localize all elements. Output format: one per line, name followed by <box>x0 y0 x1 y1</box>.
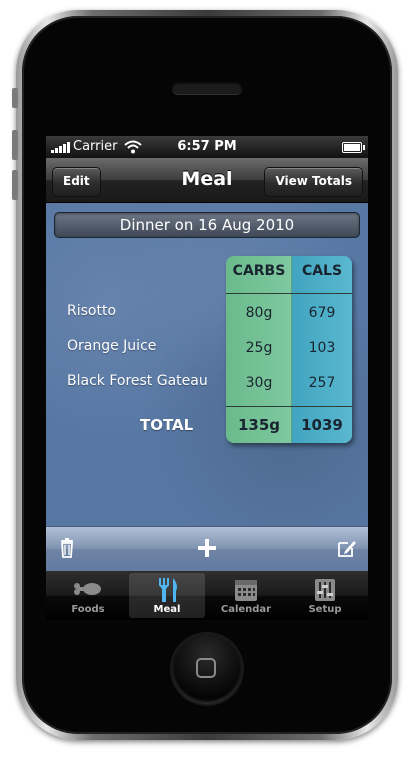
carbs-header-divider <box>226 293 292 294</box>
tab-foods-label: Foods <box>71 604 105 615</box>
cals-value-risotto: 679 <box>308 305 336 321</box>
date-banner: Dinner on 16 Aug 2010 <box>54 212 360 238</box>
tab-foods[interactable]: Foods <box>50 573 126 618</box>
fork-knife-icon <box>159 578 177 602</box>
food-item-risotto[interactable]: Risotto <box>67 303 116 319</box>
status-bar: Carrier 6:57 PM <box>46 136 368 158</box>
food-item-orange-juice[interactable]: Orange Juice <box>67 338 156 354</box>
screen: Carrier 6:57 PM Edit Meal View Totals Di… <box>46 136 368 620</box>
carbs-column: CARBS 80g 25g 30g 135g <box>226 256 292 443</box>
carbs-value-black-forest-gateau: 30g <box>245 375 273 391</box>
sliders-icon <box>315 579 335 601</box>
tab-setup[interactable]: Setup <box>287 573 363 618</box>
tab-calendar[interactable]: Calendar <box>208 573 284 618</box>
cals-header-divider <box>292 293 352 294</box>
cals-total: 1039 <box>301 416 343 434</box>
cals-value-black-forest-gateau: 257 <box>308 375 336 391</box>
meal-content: Dinner on 16 Aug 2010 Risotto Orange Jui… <box>46 203 368 526</box>
home-button[interactable] <box>172 634 242 704</box>
mute-switch <box>12 88 18 108</box>
tab-calendar-label: Calendar <box>220 604 272 615</box>
trash-icon[interactable] <box>56 537 78 559</box>
home-square-icon <box>196 658 216 678</box>
tab-setup-label: Setup <box>308 604 342 615</box>
navigation-bar: Edit Meal View Totals <box>46 158 368 203</box>
cals-total-divider <box>292 406 352 407</box>
tab-bar: Foods Meal Calendar Setup <box>46 571 368 620</box>
tab-meal[interactable]: Meal <box>129 573 205 618</box>
status-time: 6:57 PM <box>177 139 237 154</box>
view-totals-button[interactable]: View Totals <box>264 167 363 197</box>
nutrition-columns: CARBS 80g 25g 30g 135g CALS 679 103 257 … <box>226 256 352 443</box>
calendar-icon <box>235 580 257 601</box>
carbs-value-orange-juice: 25g <box>245 340 273 356</box>
meal-toolbar <box>46 526 368 571</box>
earpiece-speaker <box>172 82 242 94</box>
chicken-leg-icon <box>74 583 101 595</box>
carbs-total-divider <box>226 406 292 407</box>
cals-header: CALS <box>301 263 343 279</box>
plus-icon[interactable] <box>196 537 218 559</box>
total-label: TOTAL <box>140 416 194 434</box>
battery-icon <box>342 142 365 153</box>
volume-up-button <box>12 130 18 160</box>
tab-meal-label: Meal <box>153 604 181 615</box>
compose-icon[interactable] <box>336 537 358 559</box>
carbs-value-risotto: 80g <box>245 305 273 321</box>
cals-column: CALS 679 103 257 1039 <box>292 256 352 443</box>
volume-down-button <box>12 170 18 200</box>
column-divider <box>291 256 292 443</box>
carbs-header: CARBS <box>232 263 286 279</box>
food-item-black-forest-gateau[interactable]: Black Forest Gateau <box>67 373 208 389</box>
cals-value-orange-juice: 103 <box>308 340 336 356</box>
carbs-total: 135g <box>237 416 281 434</box>
